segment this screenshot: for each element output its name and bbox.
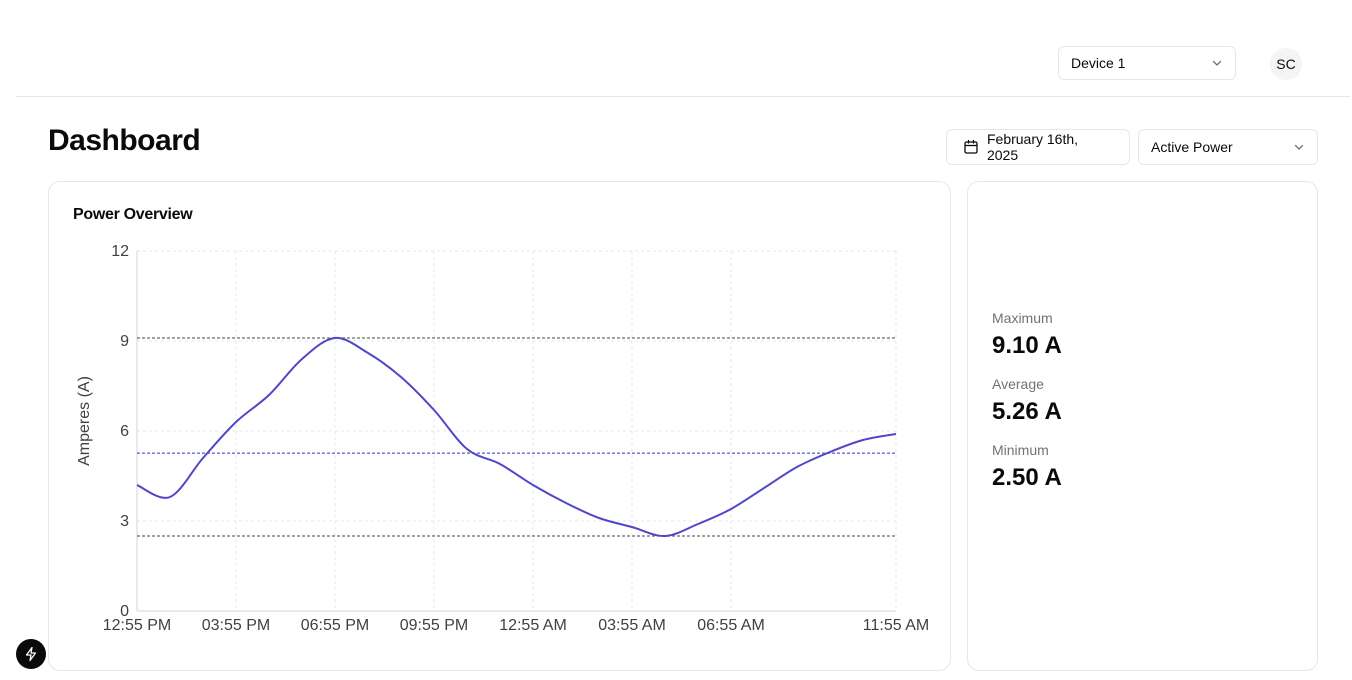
- maximum-value: 9.10 A: [992, 332, 1062, 359]
- y-tick-label: 12: [111, 243, 129, 260]
- y-tick-label: 9: [120, 333, 129, 350]
- metric-select[interactable]: Active Power: [1138, 129, 1318, 165]
- date-picker-value: February 16th, 2025: [986, 131, 1079, 163]
- avatar[interactable]: SC: [1270, 48, 1302, 80]
- metric-select-value: Active Power: [1151, 139, 1233, 155]
- calendar-icon: [964, 139, 978, 154]
- device-select[interactable]: Device 1: [1058, 46, 1236, 80]
- power-chart: 03691212:55 PM 03:55 PM 06:55 PM 09:55 PM 12…: [76, 243, 929, 634]
- x-tick-label: 09:55 PM: [400, 617, 468, 634]
- x-tick-label: 06:55 PM: [301, 617, 369, 634]
- power-overview-card: Power Overview 0 3 6 9 12 12:55 PM 03:55 PM 06:…: [48, 181, 951, 671]
- chevron-down-icon: [1212, 60, 1222, 66]
- y-axis-label: Amperes (A): [76, 376, 93, 466]
- average-value: 5.26 A: [992, 398, 1062, 425]
- avatar-initials: SC: [1276, 56, 1296, 72]
- y-tick-label: 3: [120, 513, 129, 530]
- x-tick-label: 06:55 AM: [697, 617, 765, 634]
- stats-list: Maximum 9.10 A Average 5.26 A Minimum 2.…: [992, 310, 1062, 508]
- stats-card: Maximum 9.10 A Average 5.26 A Minimum 2.…: [967, 181, 1318, 671]
- x-tick-label: 12:55 AM: [499, 617, 567, 634]
- device-select-value: Device 1: [1071, 55, 1126, 71]
- minimum-label: Minimum: [992, 442, 1049, 458]
- x-tick-label: 03:55 PM: [202, 617, 270, 634]
- minimum-value: 2.50 A: [992, 464, 1062, 491]
- x-tick-label: 12:55 PM: [103, 617, 171, 634]
- maximum-label: Maximum: [992, 310, 1053, 326]
- bolt-icon: [25, 646, 37, 662]
- x-tick-label: 11:55 AM: [863, 617, 929, 634]
- x-tick-label: 03:55 AM: [598, 617, 666, 634]
- y-tick-label: 6: [120, 423, 129, 440]
- date-picker-button[interactable]: February 16th, 2025: [946, 129, 1130, 165]
- page-title: Dashboard: [48, 124, 201, 157]
- chevron-down-icon: [1294, 144, 1304, 150]
- average-label: Average: [992, 376, 1044, 392]
- bolt-button[interactable]: [16, 639, 46, 669]
- series-line: [136, 336, 897, 538]
